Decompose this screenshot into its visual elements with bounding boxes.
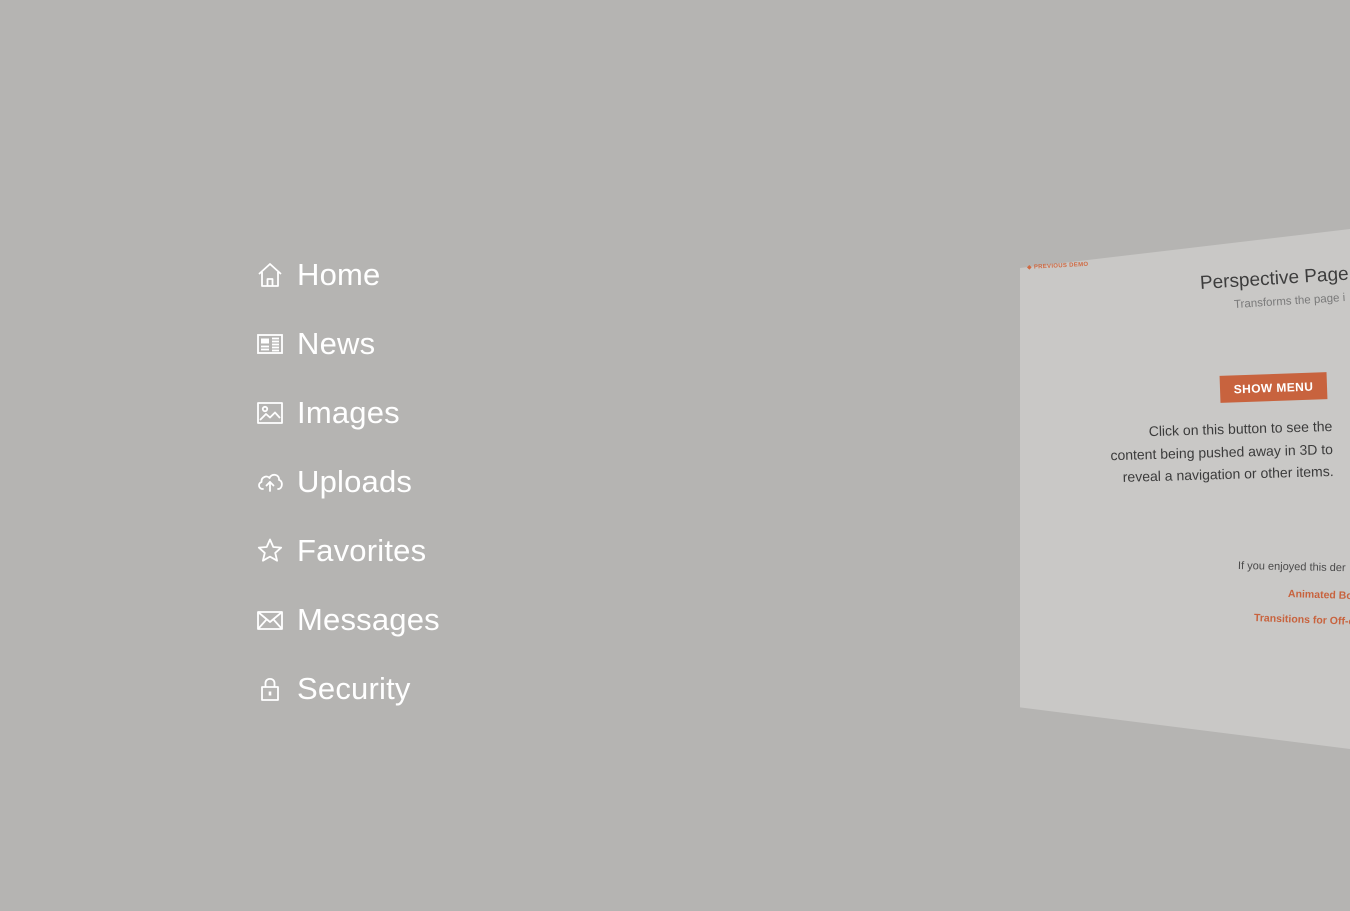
page-title: Perspective Page xyxy=(1199,263,1350,294)
enjoy-text: If you enjoyed this der xyxy=(1237,560,1346,575)
related-demo-link-2[interactable]: Transitions for Off-c xyxy=(1254,612,1350,628)
menu-item-messages[interactable]: Messages xyxy=(254,585,440,654)
page-subtitle: Transforms the page i xyxy=(1233,292,1346,311)
menu-item-label: Images xyxy=(297,395,400,430)
image-icon xyxy=(254,397,286,429)
menu-item-label: Favorites xyxy=(297,533,427,568)
previous-demo-link[interactable]: ◆ Previous Demo xyxy=(1027,261,1089,271)
menu-item-label: Messages xyxy=(297,602,440,637)
perspective-page[interactable]: ◆ Previous Demo Perspective Page Transfo… xyxy=(1020,229,1350,749)
show-menu-button[interactable]: SHOW MENU xyxy=(1219,372,1328,403)
menu-item-images[interactable]: Images xyxy=(254,378,440,447)
news-icon xyxy=(254,328,286,360)
cloud-upload-icon xyxy=(254,466,286,498)
lock-icon xyxy=(254,673,286,705)
related-demo-link-1[interactable]: Animated Bo xyxy=(1288,588,1350,602)
menu-item-favorites[interactable]: Favorites xyxy=(254,516,440,585)
page-description: Click on this button to see the content … xyxy=(1110,417,1334,485)
menu-item-label: News xyxy=(297,326,376,361)
envelope-icon xyxy=(254,604,286,636)
app-stage: Home News Images Uploads Favorites Messa… xyxy=(0,0,1350,911)
star-icon xyxy=(254,535,286,567)
menu-item-label: Security xyxy=(297,671,411,706)
menu-item-uploads[interactable]: Uploads xyxy=(254,447,440,516)
page-content: ◆ Previous Demo Perspective Page Transfo… xyxy=(1020,229,1350,749)
menu-item-label: Home xyxy=(297,257,381,292)
menu-item-news[interactable]: News xyxy=(254,309,440,378)
menu-item-home[interactable]: Home xyxy=(254,240,440,309)
menu-item-security[interactable]: Security xyxy=(254,654,440,723)
perspective-menu: Home News Images Uploads Favorites Messa… xyxy=(254,240,440,723)
home-icon xyxy=(254,259,286,291)
menu-item-label: Uploads xyxy=(297,464,413,499)
